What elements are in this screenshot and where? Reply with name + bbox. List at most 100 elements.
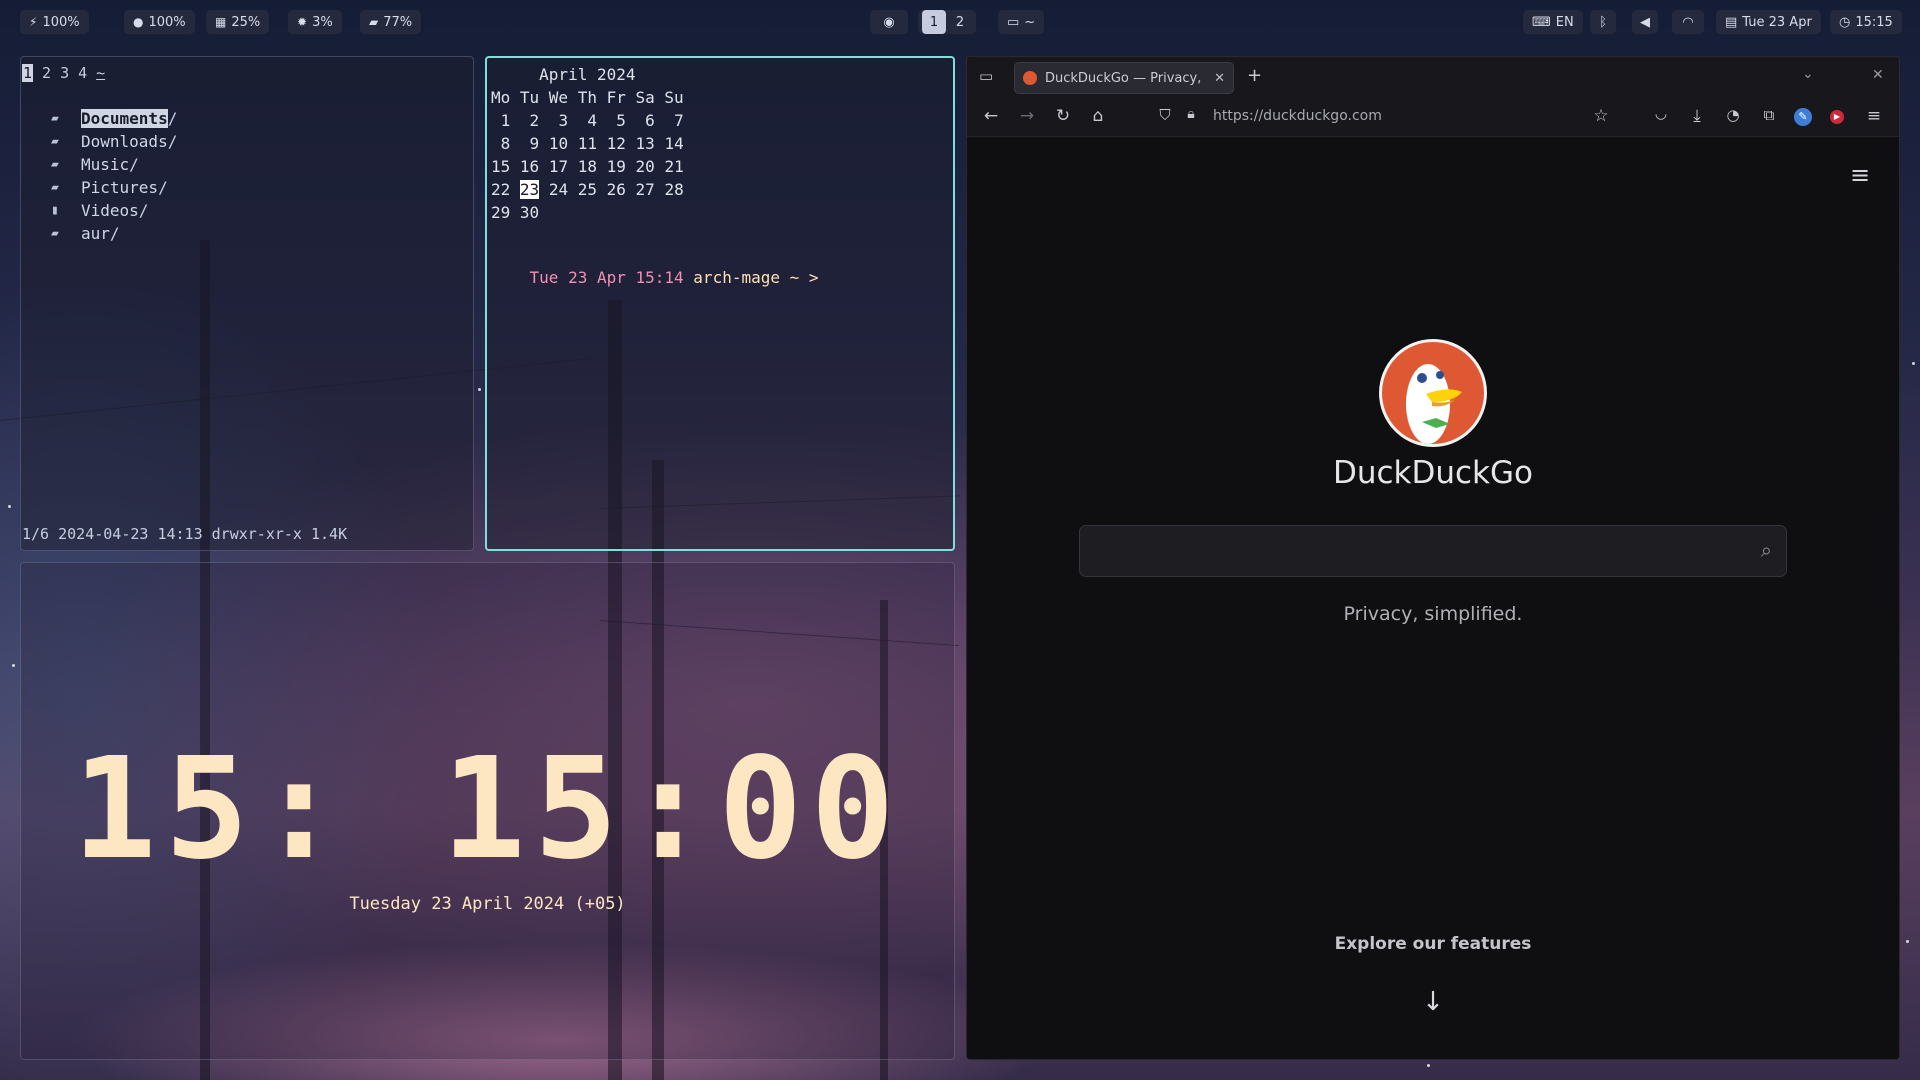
shell-prompt: Tue 23 Apr 15:14 arch-mage ~ > bbox=[491, 249, 819, 306]
new-tab-icon[interactable]: + bbox=[1247, 65, 1262, 86]
keyboard-layout[interactable]: ⌨ EN bbox=[1523, 10, 1583, 34]
list-item[interactable]: ▰ Music / bbox=[51, 155, 139, 174]
file-manager-window[interactable]: 1 2 3 4 ~ ▰ Documents / ▰ Downloads / ▰ … bbox=[20, 56, 474, 551]
back-icon[interactable]: ← bbox=[980, 106, 1002, 126]
stat-value: 3% bbox=[312, 14, 333, 30]
pocket-icon[interactable]: ◡ bbox=[1650, 106, 1672, 122]
extension-icon[interactable]: ✎ bbox=[1794, 108, 1812, 126]
wifi-tray[interactable]: ◠ bbox=[1672, 10, 1704, 34]
sync-icon[interactable]: ◔ bbox=[1722, 106, 1744, 124]
reload-icon[interactable]: ↻ bbox=[1052, 106, 1074, 126]
list-item[interactable]: ▰ Downloads / bbox=[51, 132, 177, 151]
calendar-day: 22 bbox=[491, 180, 511, 199]
duckduckgo-favicon-icon bbox=[1023, 71, 1037, 85]
pictures-folder-icon: ▰ bbox=[51, 180, 59, 195]
hamburger-menu-icon[interactable]: ≡ bbox=[1863, 106, 1885, 126]
star-decoration bbox=[1912, 362, 1915, 365]
stat-value: 100% bbox=[42, 14, 80, 30]
arrow-down-icon[interactable]: ↓ bbox=[1419, 987, 1447, 1017]
terminal-window[interactable]: April 2024 Mo Tu We Th Fr Sa Su 1 2 3 4 … bbox=[485, 56, 955, 551]
calendar-day: 13 bbox=[635, 134, 655, 153]
calendar-day: 8 bbox=[491, 134, 511, 153]
wifi-icon: ◠ bbox=[1682, 14, 1694, 30]
home-icon[interactable]: ⌂ bbox=[1087, 106, 1109, 126]
steam-tray[interactable]: ◉ bbox=[870, 10, 908, 34]
fm-tab[interactable]: 4 bbox=[78, 64, 87, 82]
date-widget[interactable]: ▤ Tue 23 Apr bbox=[1716, 10, 1821, 34]
duck-icon bbox=[1406, 364, 1462, 444]
calendar-day: 20 bbox=[635, 157, 655, 176]
volume-tray[interactable]: ◀ bbox=[1632, 10, 1658, 34]
bluetooth-tray[interactable]: ᛒ bbox=[1590, 10, 1616, 34]
time-widget[interactable]: ◷ 15:15 bbox=[1830, 10, 1902, 34]
tab-duckduckgo[interactable]: DuckDuckGo — Privacy, simplified. ✕ bbox=[1014, 62, 1234, 94]
list-item[interactable]: ▮ Videos / bbox=[51, 201, 148, 220]
fm-tab[interactable]: 1 bbox=[22, 64, 34, 82]
workspace-1[interactable]: 1 bbox=[922, 10, 946, 34]
list-item[interactable]: ▰ Pictures / bbox=[51, 178, 168, 197]
explore-features-link[interactable]: Explore our features bbox=[967, 934, 1899, 954]
browser-window[interactable]: ▭ DuckDuckGo — Privacy, simplified. ✕ + … bbox=[966, 56, 1900, 1060]
calendar-day: 2 bbox=[519, 111, 540, 130]
stat-cpu[interactable]: ✹ 3% bbox=[288, 10, 342, 34]
folder-icon: ▰ bbox=[51, 111, 59, 126]
calendar-day: 11 bbox=[577, 134, 597, 153]
lock-icon[interactable]: 🔒︎ bbox=[1180, 106, 1202, 122]
memory-icon: ▦ bbox=[215, 15, 227, 29]
fm-tab[interactable]: 2 bbox=[42, 64, 51, 82]
calendar-day: 1 bbox=[491, 111, 511, 130]
calendar-day: 7 bbox=[664, 111, 684, 130]
download-folder-icon: ▰ bbox=[51, 134, 59, 149]
calendar-week: 8 9 10 11 12 13 14 bbox=[491, 134, 684, 153]
calendar-week: 1 2 3 4 5 6 7 bbox=[491, 111, 684, 130]
calendar-week: 15 16 17 18 19 20 21 bbox=[491, 157, 684, 176]
search-input[interactable]: ⌕ bbox=[1079, 525, 1787, 577]
stat-disk[interactable]: ▰ 77% bbox=[360, 10, 422, 34]
tagline: Privacy, simplified. bbox=[1343, 603, 1523, 625]
stat-value: 77% bbox=[383, 14, 413, 30]
stat-brightness[interactable]: ● 100% bbox=[124, 10, 195, 34]
calendar-day: 15 bbox=[491, 157, 511, 176]
page-menu-icon[interactable]: ≡ bbox=[1850, 161, 1870, 189]
close-window-icon[interactable]: ✕ bbox=[1872, 67, 1884, 83]
list-item[interactable]: ▰ aur / bbox=[51, 224, 120, 243]
window-indicator[interactable]: ▭ ~ bbox=[998, 10, 1045, 34]
path-suffix: / bbox=[129, 155, 139, 174]
tab-title: DuckDuckGo — Privacy, simplified. bbox=[1045, 70, 1206, 86]
shield-icon[interactable]: ⛉ bbox=[1154, 106, 1176, 124]
speaker-icon: ◀ bbox=[1640, 14, 1650, 30]
stat-memory[interactable]: ▦ 25% bbox=[206, 10, 270, 34]
file-name: aur bbox=[81, 224, 110, 243]
address-bar[interactable]: https://duckduckgo.com bbox=[1213, 108, 1382, 124]
close-tab-icon[interactable]: ✕ bbox=[1214, 71, 1225, 86]
clock-icon: ◷ bbox=[1839, 14, 1851, 30]
path-suffix: / bbox=[167, 109, 178, 128]
calendar-day: 17 bbox=[548, 157, 569, 176]
tab-bar: ▭ DuckDuckGo — Privacy, simplified. ✕ + … bbox=[967, 57, 1899, 97]
extensions-icon[interactable]: ⧉ bbox=[1758, 106, 1780, 124]
fm-tab-home[interactable]: ~ bbox=[96, 64, 105, 82]
star-decoration bbox=[8, 505, 11, 508]
list-item[interactable]: ▰ Documents / bbox=[51, 109, 177, 128]
bolt-icon: ⚡ bbox=[29, 15, 38, 29]
download-icon[interactable]: ⤓ bbox=[1686, 106, 1708, 126]
calendar-day: 29 bbox=[491, 203, 511, 222]
star-icon[interactable]: ☆ bbox=[1590, 106, 1612, 126]
search-icon[interactable]: ⌕ bbox=[1761, 538, 1772, 562]
workspace-2[interactable]: 2 bbox=[948, 10, 972, 34]
fm-tab[interactable]: 3 bbox=[60, 64, 69, 82]
circle-icon: ● bbox=[133, 15, 144, 29]
star-decoration bbox=[478, 388, 481, 391]
forward-icon[interactable]: → bbox=[1016, 106, 1038, 126]
stat-value: 25% bbox=[231, 14, 261, 30]
calendar-icon: ▤ bbox=[1725, 14, 1738, 30]
chevron-down-icon[interactable]: ⌄ bbox=[1802, 66, 1814, 82]
calendar-day: 6 bbox=[635, 111, 655, 130]
bluetooth-icon: ᛒ bbox=[1599, 14, 1607, 30]
tab-list-icon[interactable]: ▭ bbox=[979, 67, 993, 85]
youtube-extension-icon[interactable]: ▶ bbox=[1830, 110, 1844, 124]
stat-battery[interactable]: ⚡ 100% bbox=[20, 10, 89, 34]
stat-value: 100% bbox=[148, 14, 186, 30]
star-decoration bbox=[12, 664, 15, 667]
calendar-day: 9 bbox=[519, 134, 540, 153]
